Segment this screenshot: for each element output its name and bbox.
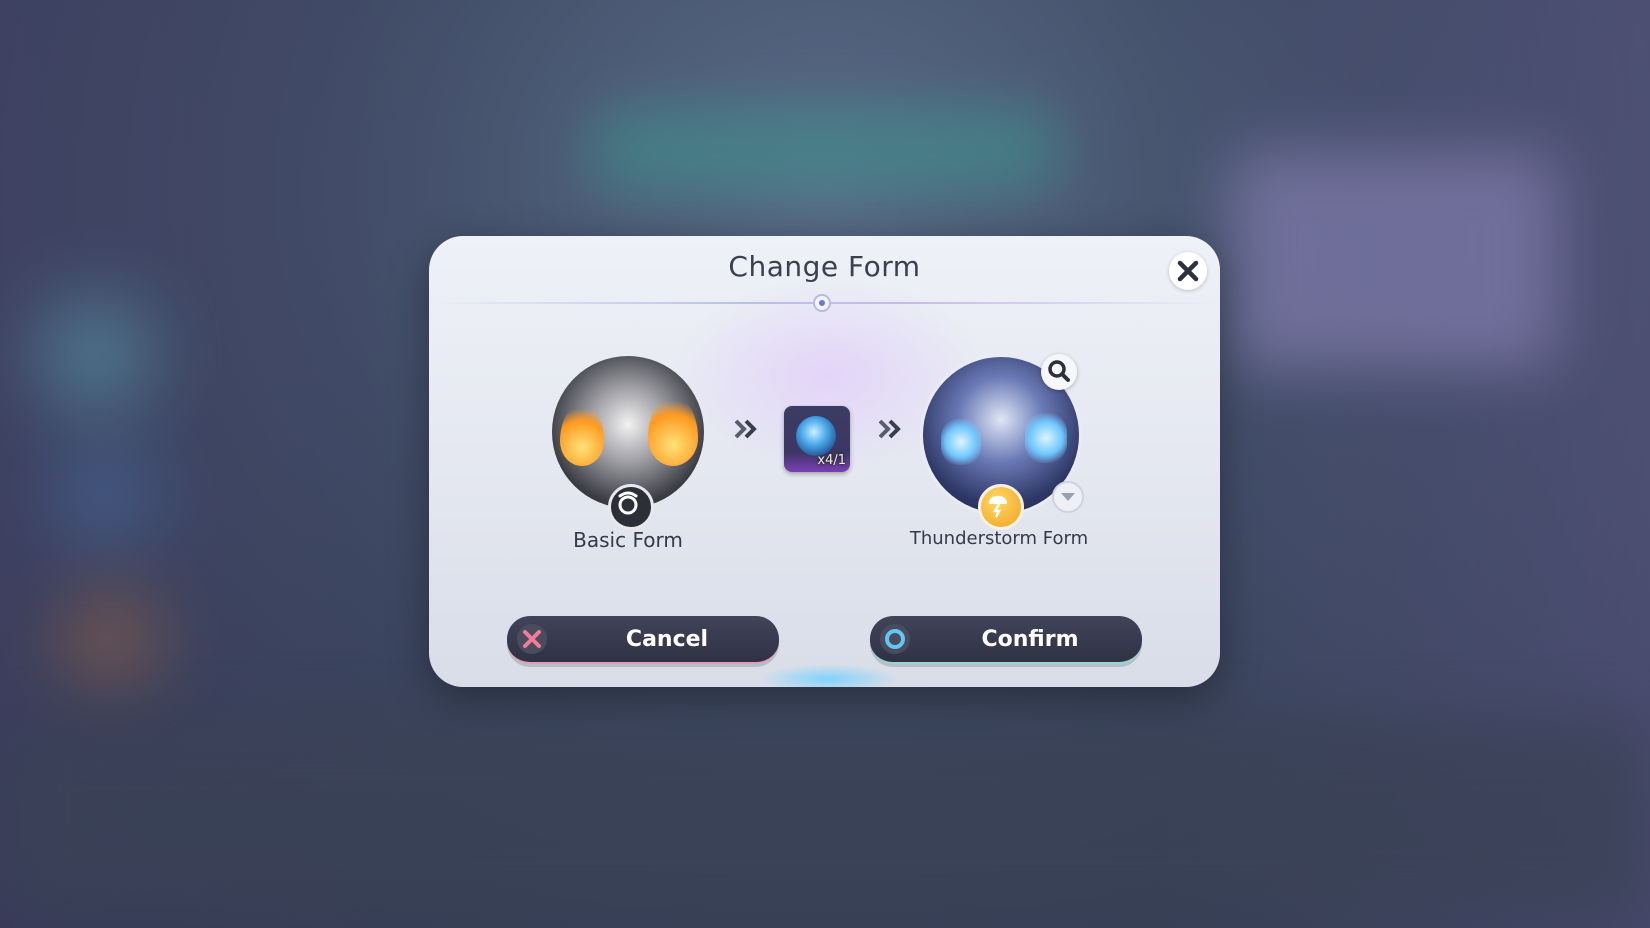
- close-button[interactable]: [1169, 252, 1207, 290]
- cross-icon: [517, 624, 547, 654]
- background-blur: [590, 110, 1060, 190]
- change-form-dialog: Change Form Basic Form x4/1 Thunderstorm…: [429, 236, 1220, 687]
- lightning-decoration: [1025, 413, 1067, 463]
- background-blur: [70, 600, 150, 680]
- inspect-button[interactable]: [1041, 354, 1077, 390]
- title-divider-ornament: [813, 294, 831, 312]
- cancel-label: Cancel: [625, 627, 709, 652]
- magnifier-icon: [1048, 360, 1070, 382]
- background-blur: [0, 720, 1650, 920]
- thunderstorm-form-label: Thunderstorm Form: [909, 528, 1089, 549]
- background-blur: [1230, 150, 1560, 370]
- basic-form-badge-icon: [608, 484, 654, 530]
- basic-form-label: Basic Form: [573, 528, 683, 552]
- confirm-label: Confirm: [981, 627, 1079, 652]
- form-change-item[interactable]: x4/1: [784, 406, 850, 472]
- flame-decoration: [560, 404, 604, 466]
- form-change-item-icon: [796, 416, 836, 456]
- cancel-button[interactable]: Cancel: [507, 616, 779, 664]
- item-count: x4/1: [817, 453, 846, 468]
- form-options-dropdown[interactable]: [1052, 481, 1084, 513]
- close-icon: [1177, 260, 1199, 282]
- lightning-decoration: [941, 419, 981, 465]
- flame-decoration: [648, 396, 698, 466]
- background-blur: [60, 450, 150, 540]
- double-chevron-right-icon: [734, 419, 757, 439]
- background-blur: [40, 300, 150, 410]
- circle-icon: [880, 624, 910, 654]
- thunderstorm-badge-icon: [978, 484, 1024, 530]
- bottom-glow: [759, 664, 899, 687]
- chevron-down-icon: [1061, 493, 1075, 501]
- double-chevron-right-icon: [878, 419, 901, 439]
- dialog-title: Change Form: [728, 250, 921, 283]
- confirm-button[interactable]: Confirm: [870, 616, 1142, 664]
